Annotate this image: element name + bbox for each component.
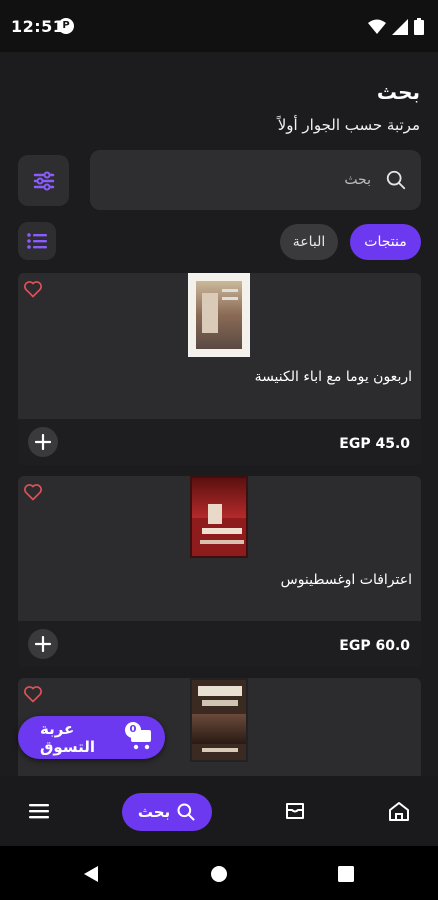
book-cover-image <box>190 476 248 558</box>
product-title: اربعون يوما مع اباء الكنيسة <box>254 369 412 385</box>
status-time: 12:51 <box>11 17 65 36</box>
cart-button[interactable]: عربة التسوق 0 <box>18 716 165 759</box>
product-footer: EGP 60.0 <box>18 621 421 667</box>
book-cover-image <box>190 678 248 762</box>
search-icon <box>177 803 195 821</box>
search-icon <box>386 170 406 190</box>
product-card[interactable]: اربعون يوما مع اباء الكنيسة EGP 45.0 <box>18 273 421 465</box>
heart-icon[interactable] <box>23 684 43 704</box>
nav-search-label: بحث <box>137 803 171 821</box>
page-title: بحث <box>376 80 420 104</box>
nav-home[interactable] <box>386 798 412 824</box>
list-view-toggle[interactable] <box>18 222 56 260</box>
product-price: EGP 45.0 <box>339 436 410 452</box>
filter-button[interactable] <box>18 155 69 206</box>
plus-icon <box>35 636 51 652</box>
back-icon[interactable] <box>82 864 102 884</box>
nav-menu[interactable] <box>26 798 52 824</box>
bottom-navigation: بحث <box>0 776 438 846</box>
plus-icon <box>35 434 51 450</box>
search-screen: بحث مرتبة حسب الجوار أولاً منتجات الباعة <box>0 52 438 776</box>
home-circle-icon[interactable] <box>209 864 229 884</box>
heart-icon[interactable] <box>23 279 43 299</box>
page-subtitle: مرتبة حسب الجوار أولاً <box>277 116 420 134</box>
cart-label: عربة التسوق <box>40 719 95 756</box>
product-footer: EGP 45.0 <box>18 419 421 465</box>
menu-icon <box>29 804 49 819</box>
cart-icon-container: 0 <box>125 721 153 752</box>
status-icons <box>368 18 424 35</box>
cart-count-badge: 0 <box>125 721 141 738</box>
battery-icon <box>414 18 424 35</box>
store-icon <box>286 803 304 819</box>
list-icon <box>27 233 47 249</box>
add-to-cart-button[interactable] <box>28 427 58 457</box>
sliders-icon <box>33 171 54 190</box>
heart-icon[interactable] <box>23 482 43 502</box>
tab-vendors[interactable]: الباعة <box>280 224 338 260</box>
recents-icon[interactable] <box>336 864 356 884</box>
search-bar[interactable] <box>90 150 421 210</box>
product-title: اعترافات اوغسطينوس <box>280 572 412 588</box>
tab-products[interactable]: منتجات <box>350 224 421 260</box>
product-card[interactable]: اعترافات اوغسطينوس EGP 60.0 <box>18 476 421 667</box>
product-price: EGP 60.0 <box>339 638 410 654</box>
home-icon <box>389 802 409 821</box>
book-cover-image <box>188 273 250 357</box>
wifi-icon <box>368 19 386 34</box>
status-bar: 12:51 P <box>0 0 438 52</box>
nav-store[interactable] <box>282 798 308 824</box>
system-navigation-bar <box>0 846 438 900</box>
search-input[interactable] <box>151 166 371 194</box>
app-notification-icon: P <box>58 18 74 34</box>
signal-icon <box>392 18 408 35</box>
add-to-cart-button[interactable] <box>28 629 58 659</box>
nav-search[interactable]: بحث <box>122 793 212 831</box>
